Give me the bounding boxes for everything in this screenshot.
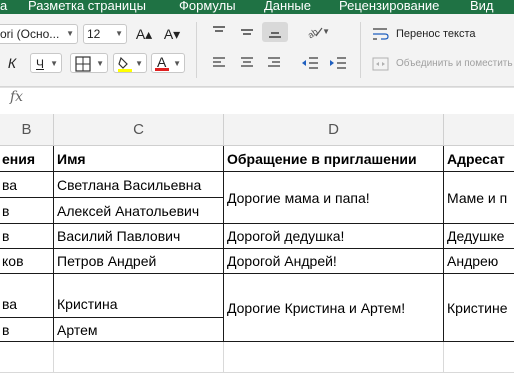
cell-greeting[interactable]: Дорогие Кристина и Артем!: [224, 274, 444, 342]
cell-b[interactable]: ва: [0, 274, 54, 318]
borders-button[interactable]: ▼: [70, 53, 108, 73]
increase-indent-button[interactable]: [326, 53, 350, 73]
font-color-swatch: [155, 68, 169, 71]
align-top-icon: [213, 26, 225, 32]
cell-b[interactable]: ков: [0, 249, 54, 274]
formula-input[interactable]: [40, 89, 510, 108]
align-center-icon: [241, 57, 253, 67]
orientation-button[interactable]: ab ▼: [298, 22, 332, 42]
align-center-button[interactable]: [235, 53, 259, 73]
merge-center-button[interactable]: Объединить и поместить: [372, 54, 514, 74]
grow-font-button[interactable]: A▴: [132, 24, 156, 44]
font-color-button[interactable]: A ▼: [151, 53, 185, 73]
cell-addressee[interactable]: Кристине: [444, 274, 514, 342]
chevron-down-icon: ▼: [66, 29, 74, 38]
empty-cell[interactable]: [224, 342, 444, 373]
tab-formulas[interactable]: Формулы: [179, 0, 236, 14]
shrink-font-button[interactable]: A▾: [160, 24, 184, 44]
align-middle-button[interactable]: [235, 22, 259, 42]
fill-color-button[interactable]: ▼: [113, 53, 147, 73]
cell-name[interactable]: Артем: [54, 318, 224, 342]
empty-cell[interactable]: [54, 342, 224, 373]
empty-cell[interactable]: [0, 342, 54, 373]
align-middle-icon: [241, 29, 253, 35]
cell-b[interactable]: в: [0, 224, 54, 249]
cell-header-addressee[interactable]: Адресат: [444, 146, 514, 172]
align-bottom-icon: [269, 32, 281, 38]
tab-page-layout[interactable]: Разметка страницы: [28, 0, 146, 14]
font-size-value: 12: [87, 27, 101, 41]
merge-center-label: Объединить и поместить: [396, 58, 513, 69]
borders-icon: [75, 56, 91, 72]
font-name-dropdown[interactable]: ori (Осно... ▼: [0, 24, 78, 44]
merge-cells-icon: [372, 57, 389, 71]
chevron-down-icon: ▼: [322, 27, 330, 36]
cell-addressee[interactable]: Андрею: [444, 249, 514, 274]
chevron-down-icon: ▼: [50, 59, 58, 68]
chevron-down-icon: ▼: [115, 29, 123, 38]
decrease-indent-icon: [302, 57, 318, 69]
underline-label: Ч: [36, 57, 44, 71]
decrease-indent-button[interactable]: [298, 53, 322, 73]
column-header-e[interactable]: [444, 114, 514, 146]
ribbon: ori (Осно... ▼ 12 ▼ A▴ A▾ К Ч ▼ ▼ ▼ A ▼: [0, 14, 514, 87]
tab-data[interactable]: Данные: [264, 0, 311, 14]
insert-function-button[interactable]: fx: [10, 89, 23, 105]
cell-name[interactable]: Алексей Анатольевич: [54, 198, 224, 224]
column-header-c[interactable]: C: [54, 114, 224, 146]
cell-name[interactable]: Василий Павлович: [54, 224, 224, 249]
italic-button[interactable]: К: [2, 53, 22, 73]
wrap-text-button[interactable]: Перенос текста: [372, 24, 514, 44]
formula-bar: fx: [0, 87, 514, 111]
ribbon-separator: [196, 22, 197, 78]
ribbon-tab-bar: а Разметка страницы Формулы Данные Рецен…: [0, 0, 514, 14]
wrap-text-label: Перенос текста: [396, 28, 476, 40]
align-left-icon: [213, 57, 225, 67]
tab-insert[interactable]: а: [0, 0, 7, 14]
chevron-down-icon: ▼: [135, 59, 143, 68]
ribbon-separator: [360, 22, 361, 78]
cell-greeting[interactable]: Дорогой Андрей!: [224, 249, 444, 274]
cell-addressee[interactable]: Дедушке: [444, 224, 514, 249]
cell-addressee[interactable]: Маме и п: [444, 172, 514, 224]
cell-name[interactable]: Светлана Васильевна: [54, 172, 224, 198]
align-right-icon: [268, 57, 280, 67]
increase-indent-icon: [330, 57, 346, 69]
align-top-button[interactable]: [207, 22, 231, 42]
wrap-text-icon: [373, 28, 389, 40]
chevron-down-icon: ▼: [173, 59, 181, 68]
column-header-b[interactable]: B: [0, 114, 54, 146]
cell-greeting[interactable]: Дорогой дедушка!: [224, 224, 444, 249]
align-bottom-button[interactable]: [262, 22, 288, 42]
cell-greeting[interactable]: Дорогие мама и папа!: [224, 172, 444, 224]
align-left-button[interactable]: [207, 53, 231, 73]
cell-header-greeting[interactable]: Обращение в приглашении: [224, 146, 444, 172]
font-name-value: ori (Осно...: [0, 27, 60, 41]
empty-cell[interactable]: [444, 342, 514, 373]
chevron-down-icon: ▼: [96, 59, 104, 68]
tab-review[interactable]: Рецензирование: [339, 0, 439, 14]
cell-b[interactable]: ва: [0, 172, 54, 198]
cell-name[interactable]: Кристина: [54, 274, 224, 318]
cell-header-b[interactable]: ения: [0, 146, 54, 172]
cell-b[interactable]: в: [0, 318, 54, 342]
cell-name[interactable]: Петров Андрей: [54, 249, 224, 274]
cell-header-name[interactable]: Имя: [54, 146, 224, 172]
align-right-button[interactable]: [262, 53, 286, 73]
tab-view[interactable]: Вид: [470, 0, 494, 14]
font-size-dropdown[interactable]: 12 ▼: [83, 24, 127, 44]
underline-button[interactable]: Ч ▼: [30, 53, 62, 73]
column-header-d[interactable]: D: [224, 114, 444, 146]
cell-b[interactable]: в: [0, 198, 54, 224]
formula-bar-divider: [0, 87, 514, 88]
paint-bucket-icon: [118, 56, 132, 72]
